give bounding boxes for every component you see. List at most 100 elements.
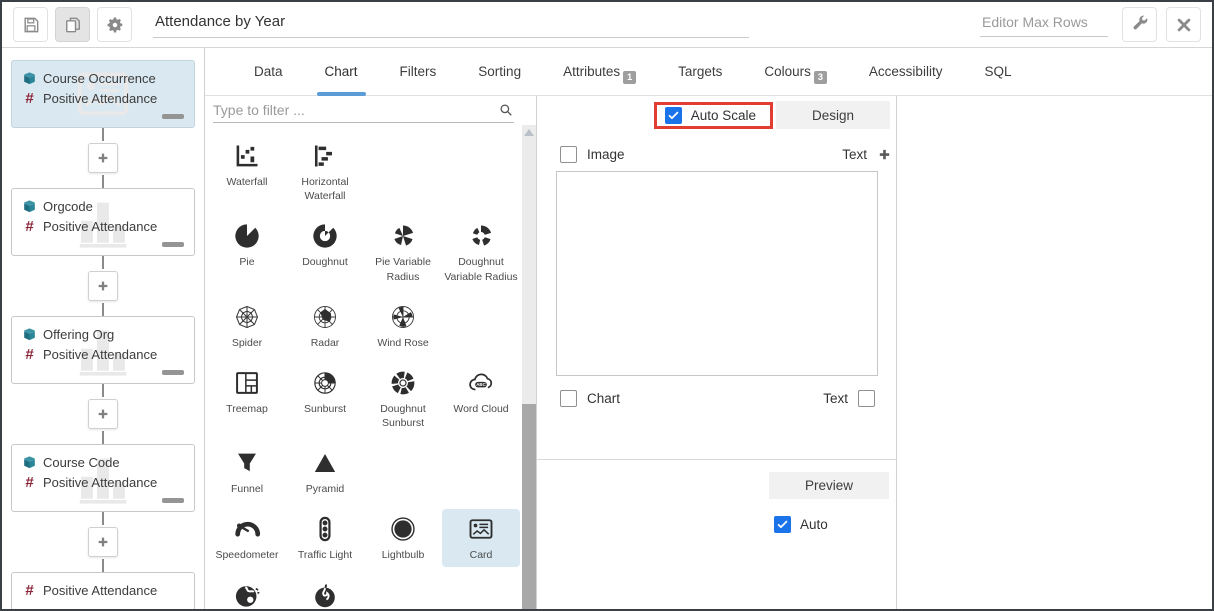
close-button[interactable] — [1166, 7, 1201, 42]
chart-type-doughnut[interactable]: Doughnut — [286, 216, 364, 287]
chart-type-label: Pie — [239, 255, 254, 269]
chart-type-label: Speedometer — [215, 548, 278, 562]
settings-button[interactable] — [97, 7, 132, 42]
plus-icon — [95, 278, 111, 294]
chart-type-pyramid[interactable]: Pyramid — [286, 443, 364, 500]
chart-type-doughnut-sunburst[interactable]: Doughnut Sunburst — [364, 363, 442, 434]
tab-filters[interactable]: Filters — [379, 48, 458, 95]
connector-line — [102, 175, 104, 188]
pie-variable-radius-icon — [389, 222, 417, 250]
chart-list-scrollbar[interactable] — [522, 125, 536, 609]
chart-text-row: Chart Text — [560, 390, 875, 407]
chart-type-map[interactable]: Map — [208, 576, 286, 609]
copy-button[interactable] — [55, 7, 90, 42]
chart-filter-input[interactable] — [213, 102, 498, 118]
flow-block-course-occurrence[interactable]: Course Occurrence#Positive Attendance — [11, 60, 195, 128]
chart-label: Chart — [587, 391, 620, 406]
collapse-dash-button[interactable] — [162, 370, 184, 375]
plus-icon — [95, 150, 111, 166]
spider-icon — [233, 303, 261, 331]
save-icon — [21, 15, 41, 35]
chart-type-traffic-light[interactable]: Traffic Light — [286, 509, 364, 566]
tab-label: Targets — [678, 64, 722, 79]
svg-text:ABC: ABC — [476, 382, 486, 387]
flow-block-course-code[interactable]: Course Code#Positive Attendance — [11, 444, 195, 512]
chart-type-funnel[interactable]: Funnel — [208, 443, 286, 500]
flow-connector — [2, 384, 204, 444]
dimension-row: Offering Org — [22, 324, 184, 344]
collapse-dash-button[interactable] — [162, 242, 184, 247]
chart-type-card[interactable]: Card — [442, 509, 520, 566]
report-title-input[interactable] — [153, 11, 749, 38]
tab-targets[interactable]: Targets — [657, 48, 743, 95]
chart-type-word-cloud[interactable]: ABCWord Cloud — [442, 363, 520, 434]
auto-scale-checkbox[interactable] — [665, 107, 682, 124]
connector-line — [102, 431, 104, 444]
tab-colours[interactable]: Colours3 — [743, 48, 848, 95]
dimension-label: Offering Org — [43, 327, 114, 342]
tab-label: Colours — [764, 64, 811, 79]
add-block-button[interactable] — [88, 399, 118, 429]
chart-type-treemap[interactable]: Treemap — [208, 363, 286, 434]
chart-grid-row: SpiderRadarWind Rose — [208, 297, 522, 354]
flow-block-positive-attendance[interactable]: #Positive Attendance — [11, 572, 195, 609]
connector-line — [102, 128, 104, 141]
flow-block-orgcode[interactable]: Orgcode #Positive Attendance — [11, 188, 195, 256]
chart-checkbox[interactable] — [560, 390, 577, 407]
add-block-button[interactable] — [88, 527, 118, 557]
editor-max-rows-input[interactable] — [980, 12, 1108, 37]
add-text-button[interactable] — [877, 147, 892, 162]
preview-button[interactable]: Preview — [769, 472, 889, 499]
scrollbar-thumb[interactable] — [522, 404, 536, 609]
flow-block-offering-org[interactable]: Offering Org#Positive Attendance — [11, 316, 195, 384]
chart-type-label: Card — [470, 548, 493, 562]
chart-type-radar[interactable]: Radar — [286, 297, 364, 354]
chart-type-wind-rose[interactable]: Wind Rose — [364, 297, 442, 354]
chart-type-waterfall[interactable]: Waterfall — [208, 136, 286, 207]
metric-label: Positive Attendance — [43, 347, 157, 362]
chart-type-speedometer[interactable]: Speedometer — [208, 509, 286, 566]
save-button[interactable] — [13, 7, 48, 42]
tab-data[interactable]: Data — [233, 48, 304, 95]
tab-accessibility[interactable]: Accessibility — [848, 48, 964, 95]
dimension-label: Orgcode — [43, 199, 93, 214]
chart-filter-row — [213, 102, 514, 123]
tools-button[interactable] — [1122, 7, 1157, 42]
tab-sql[interactable]: SQL — [963, 48, 1032, 95]
tab-chart[interactable]: Chart — [304, 48, 379, 95]
plus-icon — [95, 406, 111, 422]
chart-type-pie-variable-radius[interactable]: Pie Variable Radius — [364, 216, 442, 287]
tab-label: Chart — [325, 64, 358, 79]
add-block-button[interactable] — [88, 143, 118, 173]
chart-type-picker: WaterfallHorizontal Waterfall Pie Doughnut… — [205, 96, 537, 609]
auto-checkbox[interactable] — [774, 516, 791, 533]
chart-type-sunburst[interactable]: Sunburst — [286, 363, 364, 434]
word-cloud-icon: ABC — [467, 369, 495, 397]
add-block-button[interactable] — [88, 271, 118, 301]
pie-icon — [233, 222, 261, 250]
design-button[interactable]: Design — [776, 101, 890, 129]
chart-type-pie[interactable]: Pie — [208, 216, 286, 287]
collapse-dash-button[interactable] — [162, 498, 184, 503]
empty-panel — [897, 96, 1212, 609]
hash-metric-icon: # — [22, 90, 37, 107]
image-checkbox[interactable] — [560, 146, 577, 163]
auto-scale-highlight-box: Auto Scale — [654, 102, 773, 129]
chart-type-horizontal-waterfall[interactable]: Horizontal Waterfall — [286, 136, 364, 207]
chart-type-lightbulb[interactable]: Lightbulb — [364, 509, 442, 566]
collapse-dash-button[interactable] — [162, 114, 184, 119]
flow-connector — [2, 512, 204, 572]
text-checkbox[interactable] — [858, 390, 875, 407]
card-text-area[interactable] — [556, 171, 878, 376]
tab-sorting[interactable]: Sorting — [457, 48, 542, 95]
main-area: Course Occurrence#Positive Attendance Org… — [2, 48, 1212, 609]
metric-row: #Positive Attendance — [22, 216, 184, 236]
chart-type-heat-map[interactable]: Heat Map — [286, 576, 364, 609]
chart-type-label: Doughnut Sunburst — [366, 402, 440, 430]
scroll-up-button[interactable] — [522, 125, 536, 140]
options-divider — [537, 459, 896, 460]
chart-type-label: Pie Variable Radius — [366, 255, 440, 283]
chart-type-doughnut-variable-radius[interactable]: Doughnut Variable Radius — [442, 216, 520, 287]
chart-type-spider[interactable]: Spider — [208, 297, 286, 354]
tab-attributes[interactable]: Attributes1 — [542, 48, 657, 95]
